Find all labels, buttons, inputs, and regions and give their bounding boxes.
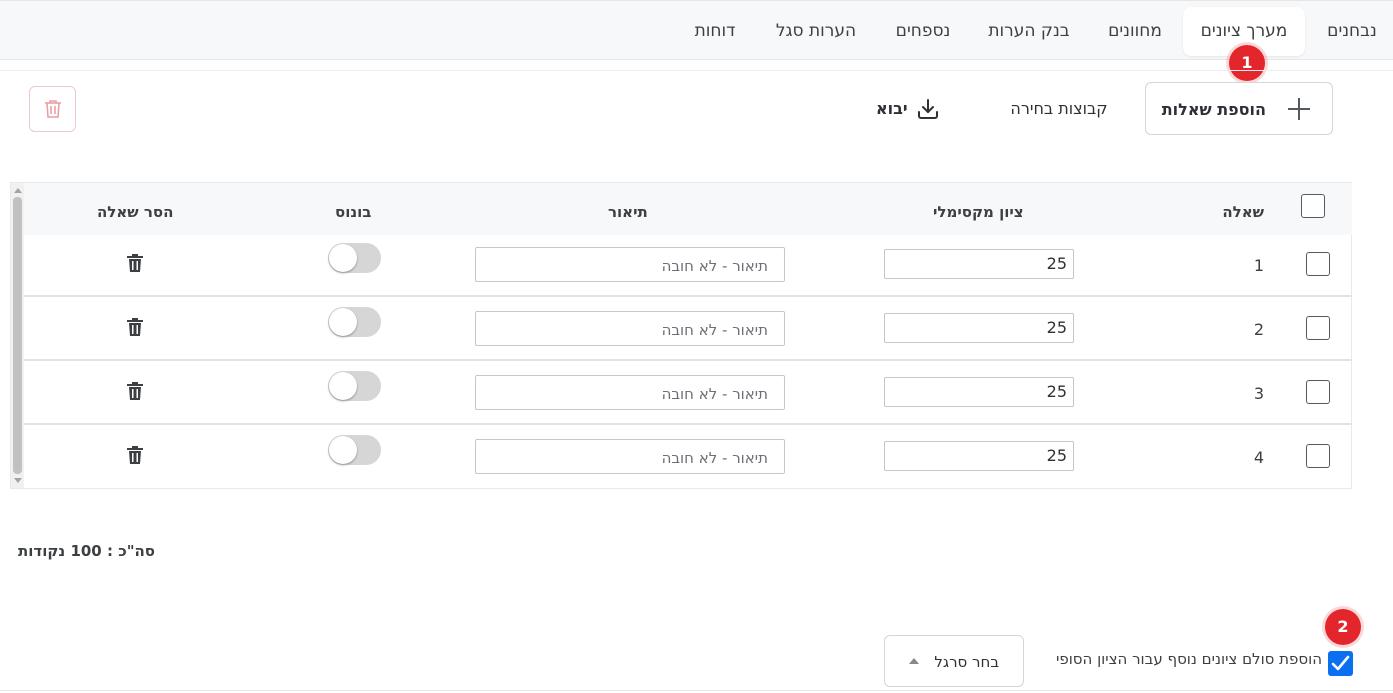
import-button[interactable]: יבוא <box>870 92 946 126</box>
row-checkbox[interactable] <box>1306 252 1330 276</box>
toggle-knob <box>329 308 357 336</box>
header-question: שאלה <box>1222 203 1264 221</box>
questions-table: שאלה ציון מקסימלי תיאור בונוס הסר שאלה 1… <box>10 182 1352 489</box>
total-points: סה"כ : 100 נקודות <box>18 542 156 560</box>
divider <box>0 70 1393 71</box>
trash-icon[interactable] <box>127 446 143 464</box>
table-header: שאלה ציון מקסימלי תיאור בונוס הסר שאלה <box>24 183 1352 235</box>
description-input[interactable]: תיאור - לא חובה <box>475 247 785 282</box>
table-row: 2 25 תיאור - לא חובה <box>24 299 1352 361</box>
tab-reports[interactable]: דוחות <box>682 7 748 56</box>
header-remove: הסר שאלה <box>97 203 174 221</box>
row-checkbox[interactable] <box>1306 444 1330 468</box>
tab-rubrics[interactable]: מחוונים <box>1095 7 1175 56</box>
toggle-knob <box>329 436 357 464</box>
max-score-input[interactable]: 25 <box>884 441 1074 471</box>
trash-icon <box>45 100 61 118</box>
caret-up-icon <box>909 658 919 664</box>
row-checkbox[interactable] <box>1306 380 1330 404</box>
add-questions-label: הוספת שאלות <box>1161 100 1266 119</box>
description-input[interactable]: תיאור - לא חובה <box>475 439 785 474</box>
trash-icon[interactable] <box>127 254 143 272</box>
max-score-input[interactable]: 25 <box>884 313 1074 343</box>
download-icon <box>918 99 938 119</box>
additional-scale-checkbox[interactable] <box>1328 651 1353 676</box>
description-input[interactable]: תיאור - לא חובה <box>475 375 785 410</box>
tab-attachments[interactable]: נספחים <box>882 7 964 56</box>
table-scrollbar[interactable] <box>11 183 24 488</box>
plus-icon <box>1288 98 1310 120</box>
toggle-knob <box>329 244 357 272</box>
bonus-toggle[interactable] <box>328 371 381 401</box>
row-checkbox[interactable] <box>1306 316 1330 340</box>
delete-selected-button[interactable] <box>29 86 76 132</box>
table-row: 4 25 תיאור - לא חובה <box>24 427 1352 489</box>
tab-comment-bank[interactable]: בנק הערות <box>975 7 1083 56</box>
bonus-toggle[interactable] <box>328 243 381 273</box>
add-questions-button[interactable]: הוספת שאלות <box>1145 82 1333 135</box>
header-description: תיאור <box>608 203 648 221</box>
question-number: 1 <box>1253 256 1264 275</box>
header-max-score: ציון מקסימלי <box>933 203 1024 221</box>
question-number: 3 <box>1253 384 1264 403</box>
select-all-checkbox[interactable] <box>1301 194 1325 218</box>
choice-groups-button[interactable]: קבוצות בחירה <box>1000 92 1118 126</box>
scroll-down-arrow-icon[interactable] <box>14 478 22 483</box>
checkmark-icon <box>1331 655 1350 671</box>
description-input[interactable]: תיאור - לא חובה <box>475 311 785 346</box>
tab-staff-notes[interactable]: הערות סגל <box>762 7 870 56</box>
ruler-select[interactable]: בחר סרגל <box>884 635 1024 687</box>
tab-examinees[interactable]: נבחנים <box>1315 7 1389 56</box>
tabs-bar: נבחנים מערך ציונים מחוונים בנק הערות נספ… <box>0 0 1393 60</box>
question-number: 4 <box>1253 448 1264 467</box>
bottom-divider <box>0 690 1393 691</box>
bonus-toggle[interactable] <box>328 435 381 465</box>
ruler-select-label: בחר סרגל <box>934 653 999 671</box>
table-row: 3 25 תיאור - לא חובה <box>24 363 1352 425</box>
additional-scale-label: הוספת סולם ציונים נוסף עבור הציון הסופי <box>1055 650 1322 668</box>
header-bonus: בונוס <box>335 203 372 221</box>
trash-icon[interactable] <box>127 382 143 400</box>
step-badge-2: 2 <box>1325 609 1361 645</box>
bonus-toggle[interactable] <box>328 307 381 337</box>
scroll-up-arrow-icon[interactable] <box>14 188 22 193</box>
scrollbar-thumb[interactable] <box>13 197 22 474</box>
trash-icon[interactable] <box>127 318 143 336</box>
max-score-input[interactable]: 25 <box>884 377 1074 407</box>
max-score-input[interactable]: 25 <box>884 249 1074 279</box>
question-number: 2 <box>1253 320 1264 339</box>
toggle-knob <box>329 372 357 400</box>
step-badge-1: 1 <box>1229 45 1265 81</box>
import-label: יבוא <box>876 99 908 118</box>
table-row: 1 25 תיאור - לא חובה <box>24 235 1352 297</box>
